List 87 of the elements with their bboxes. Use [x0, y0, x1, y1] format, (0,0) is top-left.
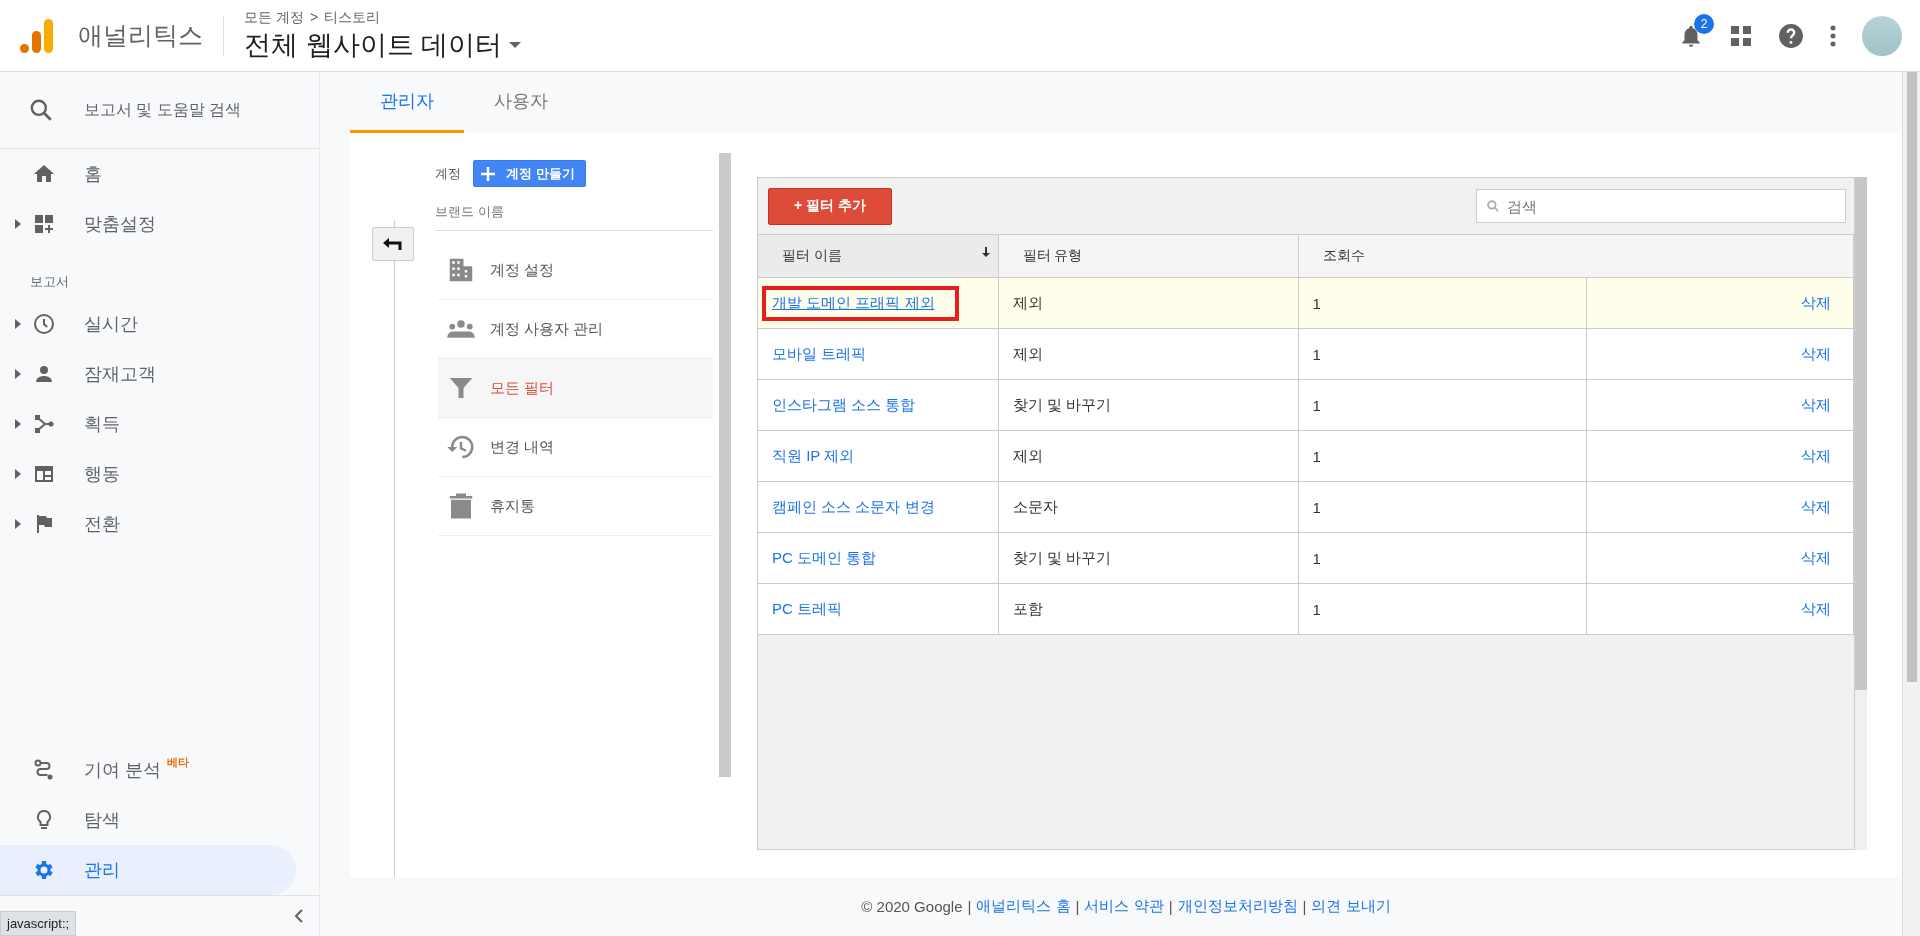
add-filter-button[interactable]: + 필터 추가	[768, 187, 892, 225]
expand-caret-icon	[14, 419, 22, 429]
footer-separator: |	[1075, 897, 1080, 915]
admin-menu-item[interactable]: 휴지통	[438, 477, 713, 536]
panel-scrollbar[interactable]	[719, 153, 731, 777]
admin-menu-item[interactable]: 계정 설정	[438, 241, 713, 300]
filter-name-link[interactable]: 개발 도메인 프래픽 제외	[762, 285, 959, 321]
account-name: 브랜드 이름	[435, 187, 713, 231]
delete-link[interactable]: 삭제	[1801, 395, 1831, 413]
nav-item[interactable]: 관리	[0, 845, 296, 895]
section-label: 보고서	[29, 273, 70, 291]
table-cell: 포함	[998, 583, 1298, 634]
help-icon[interactable]	[1778, 22, 1804, 49]
expand-caret-icon	[14, 519, 22, 529]
table-cell: 1	[1298, 430, 1586, 482]
filter-search-field[interactable]: 검색	[1476, 189, 1846, 223]
status-tooltip: javascript:;	[0, 911, 77, 936]
back-arrow-icon	[382, 237, 403, 251]
nav-item[interactable]: 잠재고객	[0, 349, 296, 399]
admin-menu-item[interactable]: 모든 필터	[438, 359, 713, 418]
column-header: 조회수	[1298, 234, 1854, 278]
nav-item[interactable]: 탐색	[0, 795, 296, 845]
collapse-chevron-icon[interactable]	[293, 908, 305, 924]
search-icon	[28, 97, 54, 123]
footer-separator: |	[1302, 897, 1307, 915]
table-scrollbar-thumb[interactable]	[1855, 177, 1867, 690]
sort-arrow-icon	[981, 247, 990, 257]
nav-item[interactable]: 맞춤설정	[0, 199, 296, 249]
column-header[interactable]: 필터 이름	[758, 234, 998, 278]
expand-caret-icon	[14, 219, 22, 229]
copyright: © 2020 Google	[861, 897, 963, 915]
breadcrumb-separator: >	[309, 8, 319, 27]
table-cell: 제외	[998, 430, 1298, 482]
nav-item[interactable]: 전환	[0, 499, 296, 549]
nav-item[interactable]: 행동	[0, 449, 296, 499]
view-title[interactable]: 전체 웹사이트 데이터	[244, 26, 502, 63]
column-header: 필터 유형	[998, 234, 1298, 278]
delete-link[interactable]: 삭제	[1801, 344, 1831, 362]
table-cell: 1	[1298, 583, 1586, 634]
apps-grid-icon[interactable]	[1730, 24, 1752, 47]
table-cell: 제외	[998, 328, 1298, 380]
table-cell: 1	[1298, 481, 1586, 533]
nav-item[interactable]: 기여 분석 베타	[0, 745, 296, 795]
delete-link[interactable]: 삭제	[1801, 446, 1831, 464]
footer-link[interactable]: 의견 보내기	[1311, 896, 1391, 916]
footer-link[interactable]: 개인정보처리방침	[1177, 896, 1298, 916]
delete-link[interactable]: 삭제	[1801, 293, 1831, 311]
nav-item[interactable]: 홈	[0, 149, 296, 199]
back-button[interactable]	[371, 227, 414, 261]
admin-menu-item[interactable]: 변경 내역	[438, 418, 713, 477]
footer-link[interactable]: 서비스 약관	[1084, 896, 1164, 916]
search-field[interactable]: 보고서 및 도움말 검색	[82, 100, 316, 120]
table-cell: 제외	[998, 277, 1298, 329]
table-cell: 찾기 및 바꾸기	[998, 379, 1298, 431]
dashboard-plus-icon	[32, 212, 56, 236]
table-cell: 소문자	[998, 481, 1298, 533]
more-menu-icon[interactable]	[1830, 24, 1836, 47]
dropdown-caret-icon[interactable]	[508, 40, 522, 49]
expand-caret-icon	[14, 369, 22, 379]
nav-item[interactable]: 실시간	[0, 299, 296, 349]
table-cell: 찾기 및 바꾸기	[998, 532, 1298, 584]
footer-link[interactable]: 애널리틱스 홈	[976, 896, 1071, 916]
beta-label: 베타	[167, 755, 189, 770]
scrollbar-thumb[interactable]	[1906, 72, 1917, 682]
expand-caret-icon	[14, 469, 22, 479]
plus-icon	[480, 165, 496, 182]
table-cell: 1	[1298, 379, 1586, 431]
nav-item[interactable]: 획득	[0, 399, 296, 449]
table-cell: 1	[1298, 532, 1586, 584]
delete-link[interactable]: 삭제	[1801, 599, 1831, 617]
delete-link[interactable]: 삭제	[1801, 548, 1831, 566]
clock-icon	[32, 312, 56, 336]
footer-separator: |	[1168, 897, 1173, 915]
branch-icon	[32, 412, 56, 436]
breadcrumb-item[interactable]: 모든 계정	[244, 8, 304, 27]
expand-caret-icon	[14, 319, 22, 329]
create-account-button[interactable]: 계정 만들기	[473, 160, 586, 187]
logo-icon	[18, 16, 56, 55]
tab[interactable]: 사용자	[464, 72, 578, 133]
table-cell: 1	[1298, 277, 1586, 329]
table-cell: 1	[1298, 328, 1586, 380]
account-label: 계정	[435, 164, 461, 183]
notification-badge: 2	[1694, 13, 1714, 34]
delete-link[interactable]: 삭제	[1801, 497, 1831, 515]
product-name: 애널리틱스	[78, 15, 224, 56]
footer-separator: |	[967, 897, 972, 915]
breadcrumb-item[interactable]: 티스토리	[324, 8, 381, 27]
